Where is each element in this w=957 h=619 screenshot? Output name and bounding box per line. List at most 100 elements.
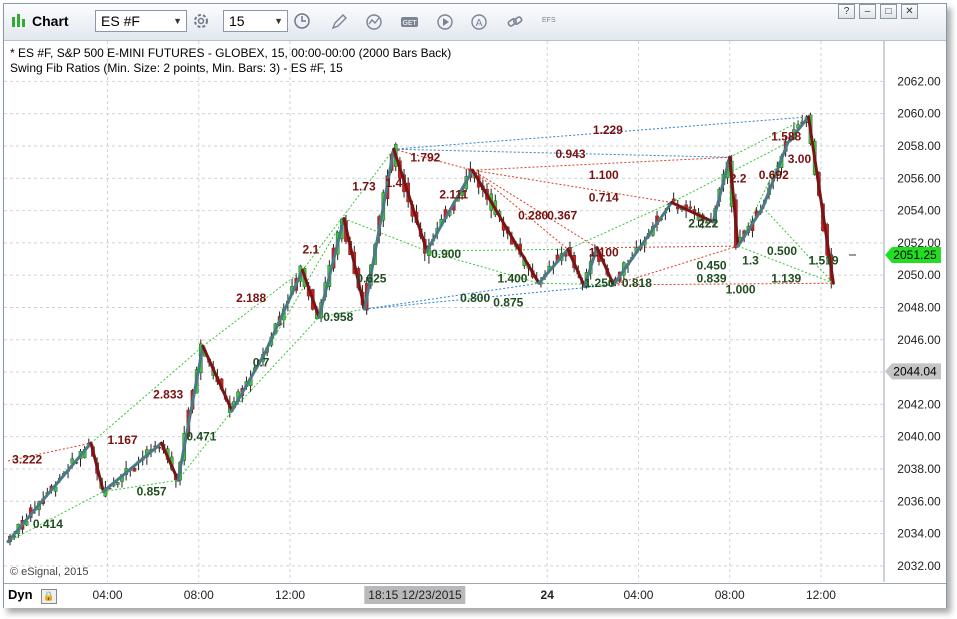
fib-connector-line [472,169,672,203]
fib-ratio-label: 3.00 [788,152,812,166]
chart-window: Chart ES #F ▼ 15 ▼ GET A EFS ? – □ ✕ 203… [3,3,947,608]
lock-icon[interactable]: 🔒 [41,589,57,604]
chevron-down-icon: ▼ [274,16,283,26]
zigzag-segment [342,217,367,311]
alert-icon[interactable]: A [470,13,488,31]
y-axis-tick-label: 2056.00 [897,171,941,185]
play-icon[interactable] [436,13,454,31]
help-button[interactable]: ? [838,4,855,19]
fib-ratio-label: 0.714 [589,191,619,205]
chart-header-study: Swing Fib Ratios (Min. Size: 2 points, M… [10,61,343,75]
fib-ratio-label: 0.943 [556,147,586,161]
zigzag-segment [537,247,570,285]
fib-ratio-label: 0.800 [460,291,490,305]
symbol-value: ES #F [101,13,140,29]
get-data-icon[interactable]: GET [400,13,418,31]
fib-ratio-label: 1.73 [352,179,376,193]
x-axis-tick-label: 08:00 [714,588,745,602]
y-axis-tick-label: 2050.00 [897,268,941,282]
interval-dropdown[interactable]: 15 ▼ [223,10,288,32]
candle [116,482,120,485]
svg-text:GET: GET [402,19,417,27]
chart-app-icon [11,13,25,29]
zigzag-segment [159,441,180,482]
fib-ratio-label: 2.222 [688,216,718,230]
link-icon[interactable] [506,13,524,31]
last-price-label: 2051.25 [893,248,937,262]
zigzag-segment [566,247,587,288]
fib-ratio-label: 1.3 [742,254,759,268]
fib-ratio-label: 0.625 [356,271,386,285]
fib-ratio-label: 2.111 [439,187,468,201]
y-axis-tick-label: 2060.00 [897,107,941,121]
clock-icon[interactable] [293,12,311,30]
time-axis-bar: Dyn 🔒 04:00 08:00 12:00 24 04:00 08:00 12:00 1… [4,583,946,608]
study-icon[interactable] [365,13,383,31]
zigzag-segment [711,155,732,224]
maximize-button[interactable]: □ [880,4,897,19]
x-axis-tick-label: 04:00 [92,588,123,602]
cursor-price-label: 2044.04 [893,364,937,378]
fib-ratio-label: 0.471 [186,430,216,444]
zigzag-segment [89,441,105,494]
y-axis-tick-label: 2058.00 [897,139,941,153]
y-axis-tick-label: 2034.00 [897,527,941,541]
y-axis-tick-label: 2036.00 [897,494,941,508]
zigzag-segment [263,268,304,355]
fib-ratio-label: 2.188 [236,291,266,305]
y-axis-tick-label: 2048.00 [897,300,941,314]
minimize-button[interactable]: – [859,4,876,19]
svg-text:A: A [476,18,483,29]
y-axis-tick-label: 2046.00 [897,333,941,347]
y-axis-tick-label: 2032.00 [897,559,941,573]
copyright-text: © eSignal, 2015 [10,566,89,578]
x-axis-tick-label: 24 [540,588,554,602]
zigzag-segment [300,268,321,319]
y-axis-tick-label: 2042.00 [897,397,941,411]
efs-button[interactable]: EFS [542,17,556,24]
fib-ratio-label: 1.229 [593,123,623,137]
zigzag-segment [612,200,674,287]
fib-ratio-label: 2.1 [302,242,319,256]
fib-ratio-label: 1.588 [771,129,801,143]
symbol-dropdown[interactable]: ES #F ▼ [95,10,187,32]
chart-header-symbol: * ES #F, S&P 500 E-MINI FUTURES - GLOBEX… [10,46,452,60]
candle [671,198,676,202]
zigzag-segment [201,344,234,413]
y-axis-tick-label: 2054.00 [897,204,941,218]
x-axis-tick-label: 12:00 [275,588,306,602]
dyn-mode-label[interactable]: Dyn [8,587,33,602]
close-button[interactable]: ✕ [901,4,918,19]
fib-ratio-label: 0.450 [697,258,727,272]
fib-ratio-label: 1.519 [809,254,839,268]
fib-ratio-label: 1.139 [771,271,801,285]
price-chart[interactable]: 2032.00 2034.00 2036.00 2038.00 2040.00 2042.… [4,41,946,583]
fib-ratio-label: 3.222 [12,452,42,466]
zigzag-segment [425,168,475,253]
fib-ratio-label: 1.4 [385,176,402,190]
crosshair-time-label: 18:15 12/23/2015 [364,586,466,604]
fib-ratio-label: 0.857 [137,485,167,499]
fib-ratio-label: 1.000 [726,283,756,297]
gear-icon[interactable] [192,12,210,30]
interval-value: 15 [229,13,245,29]
candle [132,467,137,472]
window-title: Chart [32,13,69,29]
fib-ratio-label: 1.792 [410,150,440,164]
candle [688,206,693,209]
pencil-draw-icon[interactable] [330,13,348,31]
y-axis-tick-label: 2038.00 [897,462,941,476]
fib-ratio-label: 1.167 [108,433,138,447]
fib-ratio-label: 0.875 [493,296,523,310]
fib-ratio-label: 0.414 [33,517,63,531]
fib-ratio-label: 0.367 [547,208,577,222]
fib-connector-line [343,218,428,252]
zigzag-segment [471,168,541,285]
fib-ratio-label: 0.692 [759,168,789,182]
x-axis-tick-label: 08:00 [183,588,214,602]
fib-ratio-label: 1.400 [497,271,527,285]
fib-ratio-label: 2.2 [730,171,747,185]
y-axis-tick-label: 2040.00 [897,430,941,444]
chart-toolbar: Chart ES #F ▼ 15 ▼ GET A EFS ? – □ ✕ [4,4,946,41]
zigzag-segment [736,205,765,248]
